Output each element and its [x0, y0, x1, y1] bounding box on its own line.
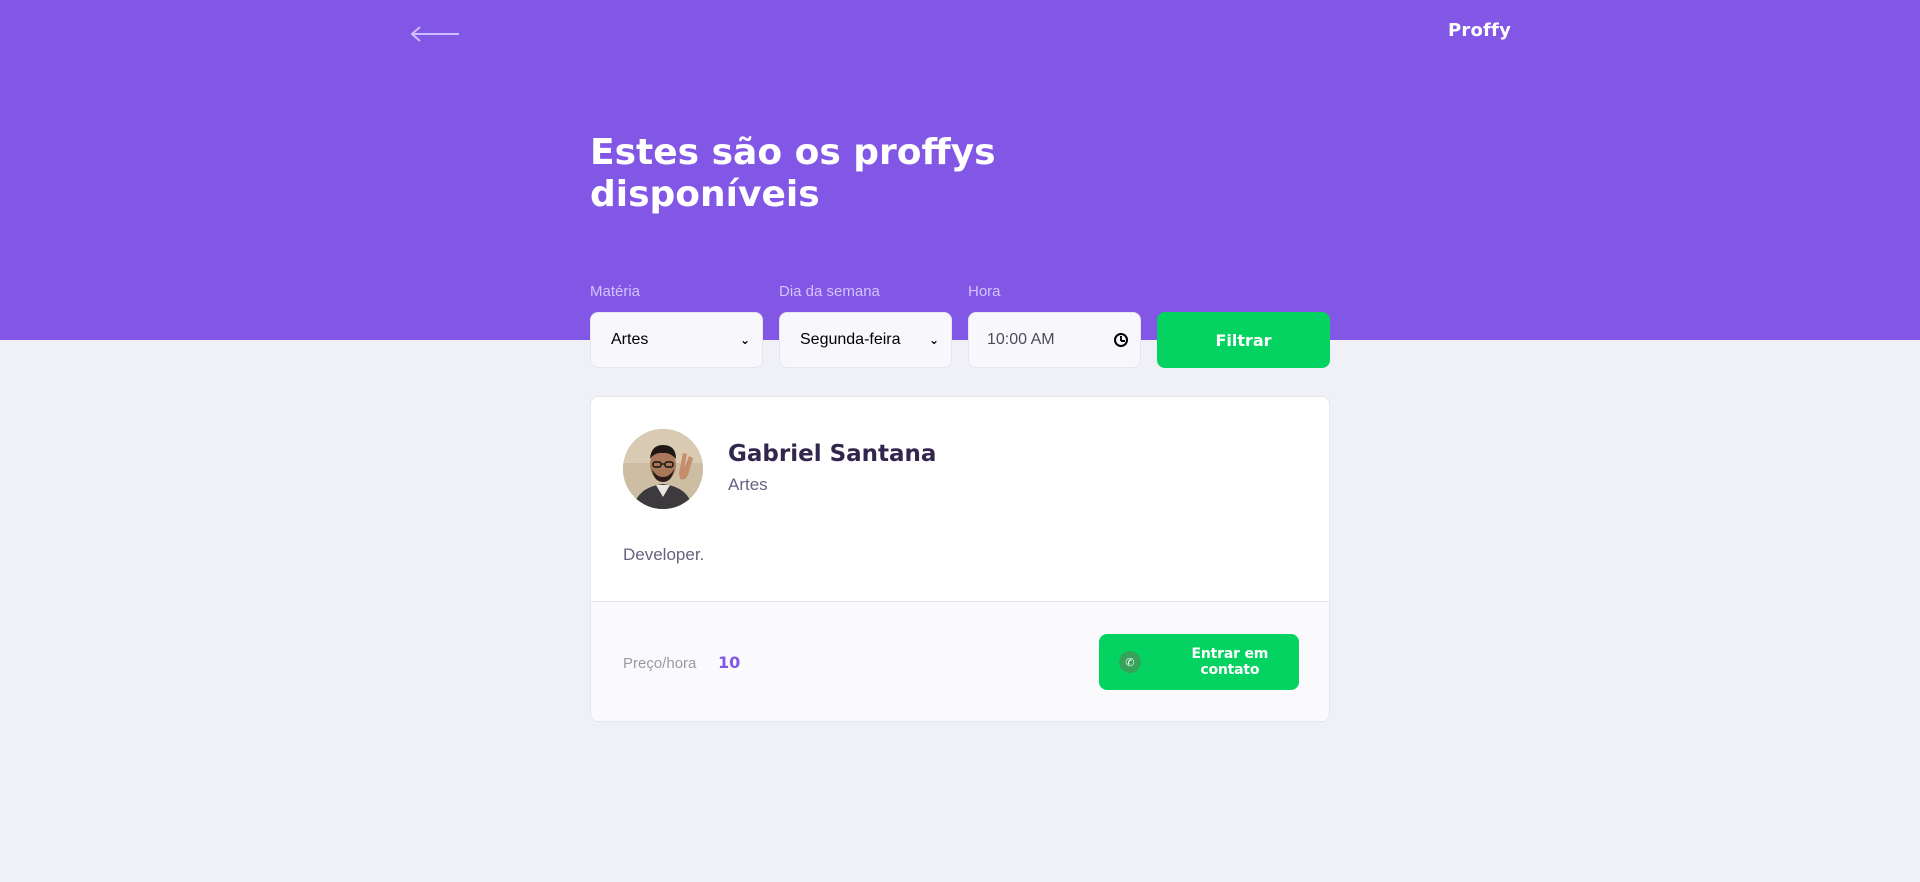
weekday-field: Dia da semana Segunda-feira ⌄: [779, 282, 952, 368]
subject-field: Matéria Artes ⌄: [590, 282, 763, 368]
time-label: Hora: [968, 283, 1001, 300]
teacher-bio: Developer.: [623, 545, 705, 564]
teacher-card: Gabriel Santana Artes Developer. Preço/h…: [590, 396, 1330, 722]
whatsapp-icon: ✆: [1119, 651, 1141, 673]
time-input[interactable]: 10:00 AM: [968, 312, 1141, 368]
page-title: Estes são os proffys disponíveis: [590, 132, 996, 215]
weekday-label: Dia da semana: [779, 283, 880, 300]
teacher-name: Gabriel Santana: [728, 441, 937, 467]
price-label: Preço/hora: [623, 655, 697, 672]
top-bar: Proffy: [409, 18, 1511, 46]
contact-button-label: Entrar em contato: [1191, 646, 1269, 678]
chevron-down-icon: ⌄: [739, 333, 750, 347]
logo: Proffy: [1447, 20, 1511, 41]
time-value: 10:00 AM: [987, 331, 1055, 348]
card-footer: Preço/hora 10 ✆ Entrar em contato: [591, 601, 1329, 721]
avatar-image: [623, 429, 703, 509]
chevron-down-icon: ⌄: [928, 333, 939, 347]
teacher-subject: Artes: [728, 475, 768, 494]
weekday-select[interactable]: Segunda-feira ⌄: [779, 312, 952, 368]
subject-select[interactable]: Artes ⌄: [590, 312, 763, 368]
time-field: Hora 10:00 AM: [968, 282, 1141, 368]
arrow-left-icon: [410, 26, 459, 42]
contact-button[interactable]: ✆ Entrar em contato: [1099, 634, 1299, 690]
weekday-value: Segunda-feira: [800, 331, 901, 348]
avatar: [623, 429, 703, 509]
search-filters: Matéria Artes ⌄ Dia da semana Segunda-fe…: [590, 282, 1330, 368]
back-button[interactable]: [409, 22, 461, 46]
subject-label: Matéria: [590, 283, 641, 300]
filter-button[interactable]: Filtrar: [1157, 312, 1330, 368]
price-value: 10: [718, 653, 741, 672]
clock-icon[interactable]: [1114, 333, 1128, 347]
subject-value: Artes: [611, 331, 649, 348]
